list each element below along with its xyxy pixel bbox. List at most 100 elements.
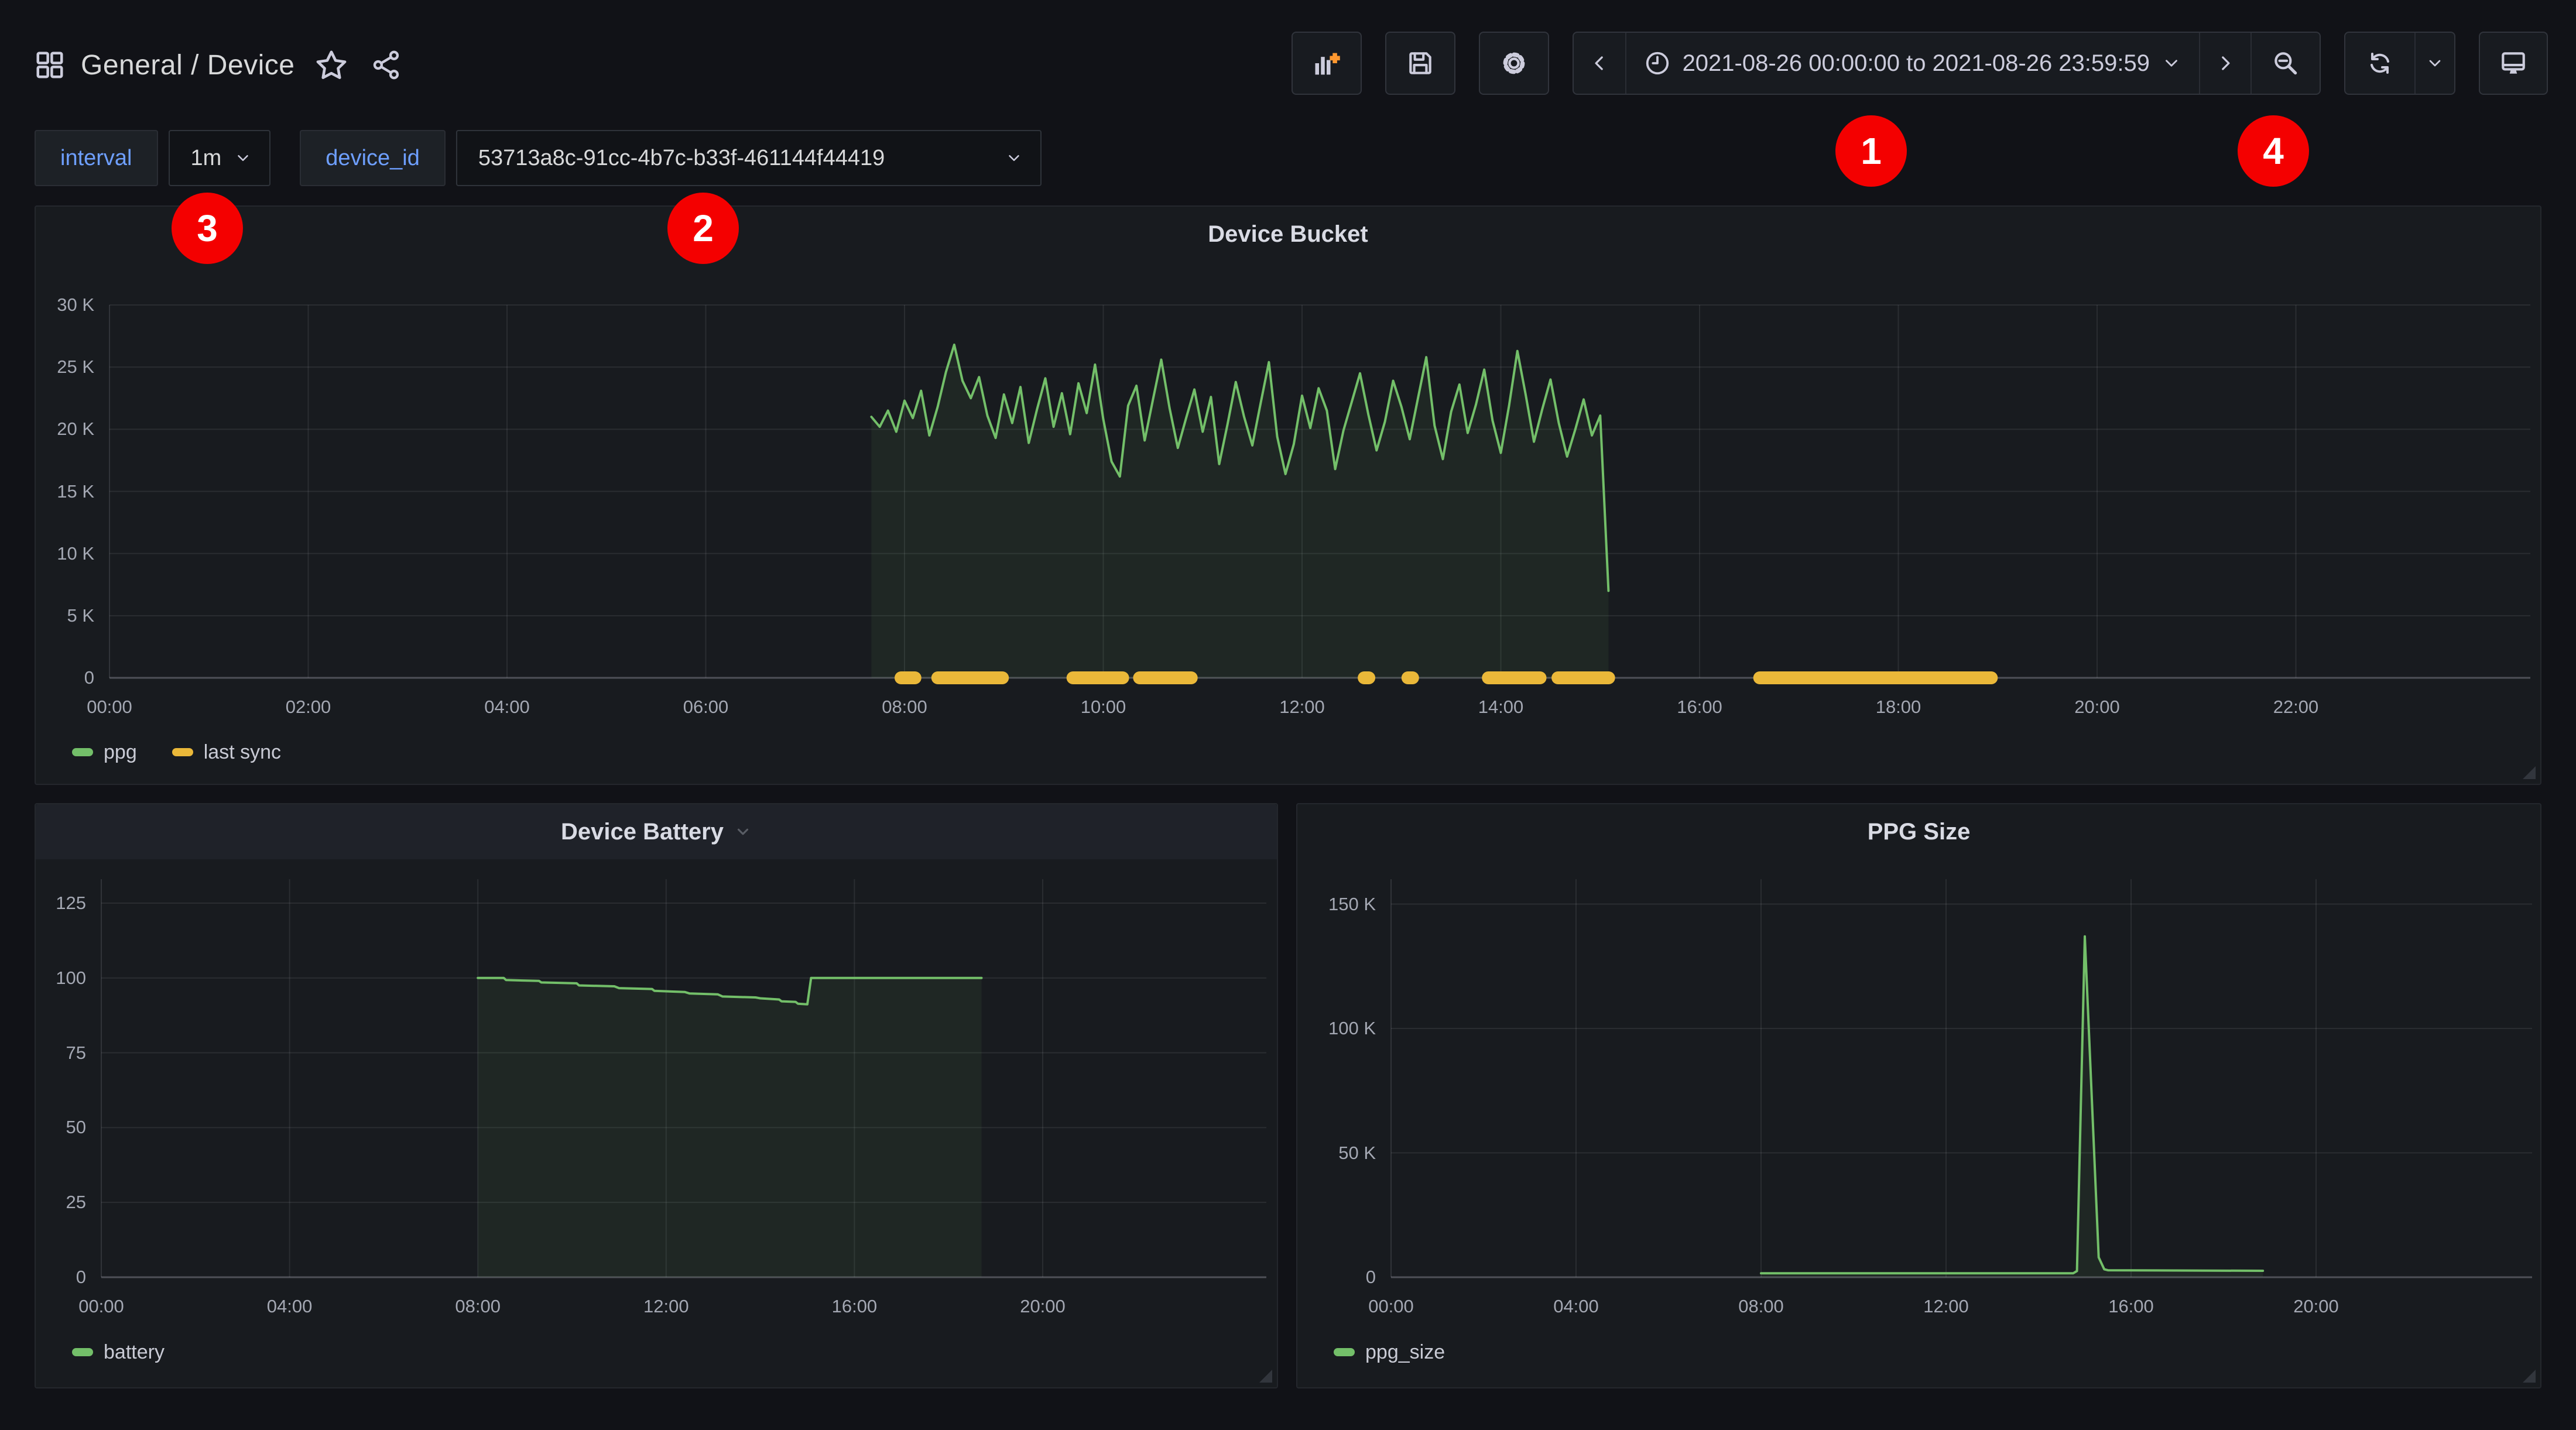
- chevron-right-icon: [2214, 52, 2237, 75]
- panel-header-device-bucket[interactable]: Device Bucket: [36, 207, 2540, 262]
- legend: ppg last sync: [72, 738, 281, 766]
- last-sync-marker: [1551, 671, 1615, 684]
- legend-swatch: [172, 748, 193, 756]
- panel-device-bucket: Device Bucket ppglast sync 00:0002:0004:…: [35, 205, 2541, 785]
- legend-item[interactable]: battery: [72, 1341, 165, 1364]
- variable-value-text: 1m: [191, 146, 222, 171]
- y-tick-label: 25: [0, 1192, 86, 1213]
- legend-label: ppg_size: [1365, 1341, 1445, 1364]
- time-shift-forward-button[interactable]: [2199, 33, 2250, 94]
- time-range-text: 2021-08-26 00:00:00 to 2021-08-26 23:59:…: [1683, 50, 2150, 77]
- refresh-icon: [2366, 49, 2394, 77]
- x-tick-label: 18:00: [1852, 697, 1945, 718]
- y-tick-label: 0: [0, 667, 94, 688]
- time-shift-back-button[interactable]: [1574, 33, 1625, 94]
- x-tick-label: 00:00: [1344, 1296, 1438, 1317]
- time-range-button[interactable]: 2021-08-26 00:00:00 to 2021-08-26 23:59:…: [1625, 33, 2199, 94]
- dashboard-settings-button[interactable]: [1479, 32, 1549, 95]
- panel-title: Device Bucket: [1208, 221, 1368, 248]
- last-sync-marker: [1753, 671, 1998, 684]
- zoom-out-icon: [2271, 49, 2300, 78]
- legend-item[interactable]: ppg: [72, 741, 137, 764]
- x-tick-label: 12:00: [619, 1296, 713, 1317]
- y-tick-label: 10 K: [0, 543, 94, 564]
- y-tick-label: 150 K: [1276, 894, 1376, 915]
- legend: ppg_size: [1334, 1338, 1445, 1366]
- favorite-star-icon[interactable]: [315, 49, 348, 81]
- y-tick-label: 100: [0, 968, 86, 989]
- panel-resize-handle[interactable]: [1259, 1370, 1272, 1383]
- last-sync-marker: [1482, 671, 1546, 684]
- y-tick-label: 0: [1276, 1267, 1376, 1288]
- kiosk-mode-button[interactable]: [2479, 32, 2548, 95]
- x-tick-label: 04:00: [460, 697, 554, 718]
- last-sync-marker: [1402, 671, 1419, 684]
- ppg_size-line: [1761, 937, 2263, 1273]
- y-tick-label: 0: [0, 1267, 86, 1288]
- grafana-dashboard: General / Device: [0, 0, 2576, 1430]
- chevron-down-icon: [2161, 53, 2181, 73]
- last-sync-marker: [931, 671, 1009, 684]
- battery-area: [478, 978, 981, 1277]
- legend-swatch: [72, 748, 93, 756]
- variable-label-text: device_id: [326, 146, 420, 171]
- time-range-picker: 2021-08-26 00:00:00 to 2021-08-26 23:59:…: [1573, 32, 2321, 95]
- y-tick-label: 20 K: [0, 419, 94, 440]
- x-tick-label: 12:00: [1255, 697, 1349, 718]
- y-tick-label: 5 K: [0, 605, 94, 626]
- chevron-down-icon: [2426, 54, 2444, 73]
- annotation-badge-1: 1: [1835, 115, 1907, 187]
- refresh-interval-dropdown[interactable]: [2414, 33, 2454, 94]
- device-battery-plot[interactable]: [101, 879, 1266, 1277]
- add-panel-icon: [1311, 48, 1342, 78]
- chevron-down-icon: [234, 149, 252, 167]
- device-bucket-plot[interactable]: [109, 305, 2530, 678]
- panel-ppg-size: PPG Size ppg_size 00:0004:0008:0012:0016…: [1296, 803, 2541, 1388]
- panel-resize-handle[interactable]: [2523, 1370, 2536, 1383]
- monitor-icon: [2499, 49, 2528, 78]
- x-tick-label: 00:00: [63, 697, 156, 718]
- x-tick-label: 08:00: [431, 1296, 525, 1317]
- panel-header-device-battery[interactable]: Device Battery: [36, 804, 1277, 859]
- x-tick-label: 20:00: [2050, 697, 2144, 718]
- x-tick-label: 06:00: [659, 697, 753, 718]
- legend-item[interactable]: ppg_size: [1334, 1341, 1445, 1364]
- panel-menu-chevron-icon[interactable]: [734, 823, 752, 841]
- panel-header-ppg-size[interactable]: PPG Size: [1297, 804, 2540, 859]
- save-dashboard-button[interactable]: [1385, 32, 1455, 95]
- y-tick-label: 15 K: [0, 481, 94, 502]
- panel-resize-handle[interactable]: [2523, 766, 2536, 779]
- last-sync-marker: [1067, 671, 1129, 684]
- ppg_size-area: [1761, 937, 2263, 1277]
- breadcrumb[interactable]: General / Device: [81, 49, 295, 81]
- panel-title: PPG Size: [1868, 819, 1971, 845]
- legend-item[interactable]: last sync: [172, 741, 281, 764]
- y-tick-label: 25 K: [0, 356, 94, 378]
- x-tick-label: 14:00: [1454, 697, 1548, 718]
- legend: battery: [72, 1338, 165, 1366]
- x-tick-label: 10:00: [1057, 697, 1150, 718]
- add-panel-button[interactable]: [1292, 32, 1362, 95]
- share-icon[interactable]: [371, 50, 402, 80]
- variable-value-device-id[interactable]: 53713a8c-91cc-4b7c-b33f-461144f44419: [456, 130, 1042, 186]
- zoom-out-button[interactable]: [2250, 33, 2320, 94]
- dashboards-grid-icon[interactable]: [34, 49, 66, 81]
- y-tick-label: 125: [0, 893, 86, 914]
- annotation-badge-2: 2: [667, 193, 739, 264]
- x-tick-label: 12:00: [1899, 1296, 1993, 1317]
- variable-interval: interval 1m: [35, 130, 270, 186]
- ppg-size-plot[interactable]: [1391, 879, 2532, 1277]
- last-sync-marker: [1133, 671, 1197, 684]
- y-tick-label: 100 K: [1276, 1018, 1376, 1039]
- panel-device-battery: Device Battery battery 00:0004:0008:0012…: [35, 803, 1278, 1388]
- x-tick-label: 04:00: [243, 1296, 337, 1317]
- top-nav: General / Device: [34, 44, 402, 85]
- x-tick-label: 08:00: [858, 697, 951, 718]
- legend-label: last sync: [204, 741, 281, 764]
- legend-swatch: [72, 1348, 93, 1356]
- variable-value-interval[interactable]: 1m: [169, 130, 271, 186]
- dashboard-variables: interval 1m device_id 53713a8c-91cc-4b7c…: [35, 130, 1042, 186]
- legend-swatch: [1334, 1348, 1355, 1356]
- annotation-badge-4: 4: [2238, 115, 2309, 187]
- refresh-button[interactable]: [2345, 33, 2414, 94]
